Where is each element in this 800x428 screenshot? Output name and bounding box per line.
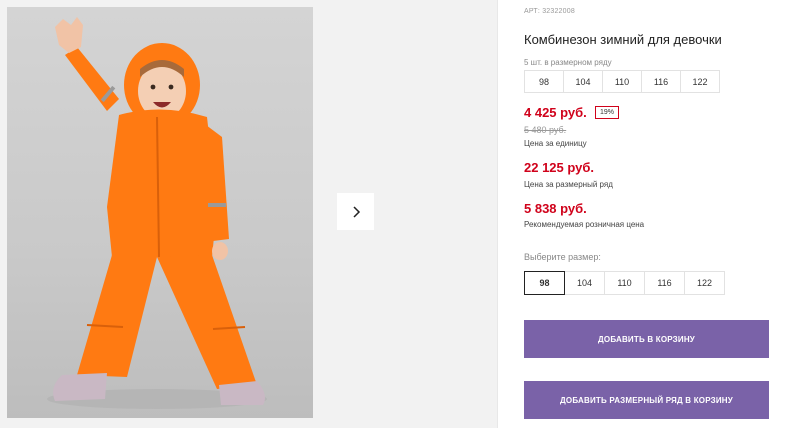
retail-price-caption: Рекомендуемая розничная цена [524,220,645,229]
unit-price: 4 425 руб. [524,105,587,120]
discount-badge: 19% [595,106,620,119]
size-selector: 98 104 110 116 122 [524,271,725,295]
pack-size-116: 116 [641,70,681,93]
add-to-cart-button[interactable]: ДОБАВИТЬ В КОРЗИНУ [524,320,769,358]
product-gallery [0,0,497,428]
size-option-98[interactable]: 98 [524,271,565,295]
unit-price-caption: Цена за единицу [524,139,587,148]
size-option-116[interactable]: 116 [644,271,685,295]
pack-label: 5 шт. в размерном ряду [524,58,612,67]
retail-price: 5 838 руб. [524,201,587,216]
size-select-label: Выберите размер: [524,252,601,262]
pack-size-104: 104 [563,70,603,93]
add-pack-to-cart-button[interactable]: ДОБАВИТЬ РАЗМЕРНЫЙ РЯД В КОРЗИНУ [524,381,769,419]
column-divider [497,0,498,428]
pack-size-98: 98 [524,70,564,93]
product-title: Комбинезон зимний для девочки [524,32,722,47]
pack-size-122: 122 [680,70,720,93]
pack-size-110: 110 [602,70,642,93]
chevron-right-icon [352,205,360,218]
gallery-next-button[interactable] [337,193,374,230]
size-option-104[interactable]: 104 [564,271,605,295]
girl-jumpsuit-illustration [47,17,267,409]
product-photo[interactable] [7,7,313,418]
old-price: 5 480 руб. [524,125,567,135]
pack-size-list: 98 104 110 116 122 [524,70,720,93]
size-option-110[interactable]: 110 [604,271,645,295]
pack-price: 22 125 руб. [524,160,595,175]
article-number: АРТ: 32322008 [524,8,575,15]
size-option-122[interactable]: 122 [684,271,725,295]
pack-price-caption: Цена за размерный ряд [524,180,613,189]
